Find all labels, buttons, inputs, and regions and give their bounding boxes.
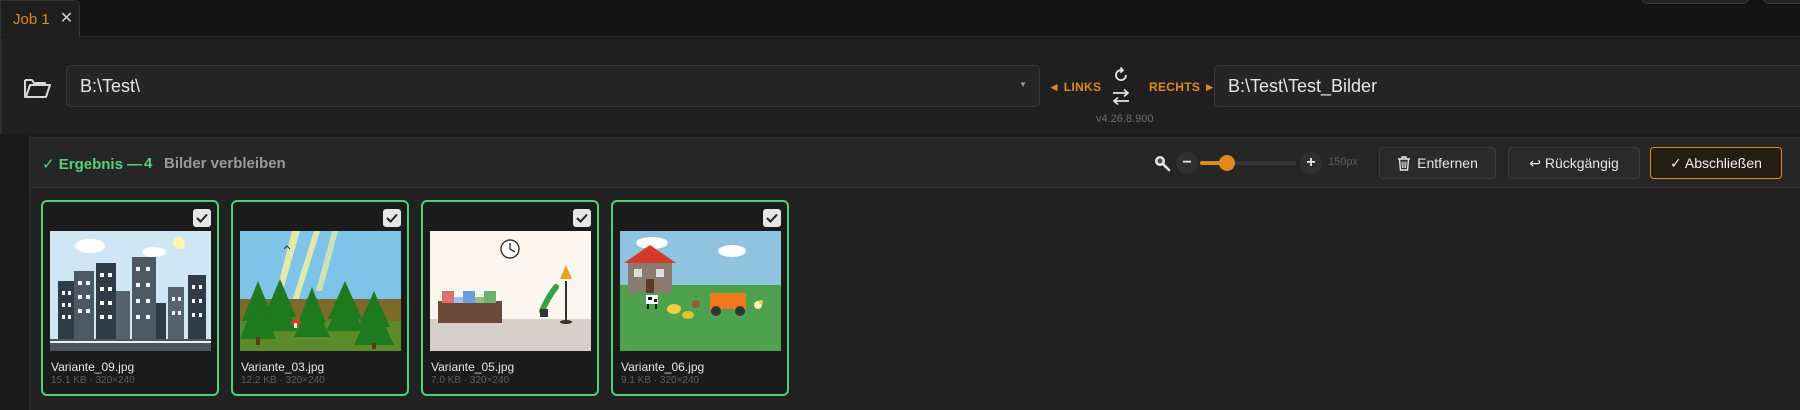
toolbar-pill[interactable] — [1640, 0, 1750, 4]
image-card[interactable]: Variante_05.jpg 7.0 KB · 320×240 — [421, 200, 599, 396]
left-path-select[interactable]: B:\Test\ ▼ — [66, 65, 1040, 107]
right-path-value: B:\Test\Test_Bilder — [1228, 75, 1378, 96]
refresh-icon[interactable] — [1112, 66, 1130, 84]
image-meta: 9.1 KB · 320×240 — [621, 375, 700, 386]
links-label: ◄ LINKS — [1048, 80, 1102, 94]
tab-title: Job 1 — [13, 10, 50, 28]
version-label: v4.26.8.900 — [1096, 113, 1154, 125]
checkbox-checked-icon[interactable] — [383, 209, 401, 227]
swap-icon[interactable] — [1111, 88, 1131, 106]
slider-handle[interactable] — [1218, 155, 1235, 171]
thumbnail-size-slider[interactable] — [1200, 155, 1296, 171]
result-panel: ✓ Ergebnis — 4 Bilder verbleiben − + 150… — [30, 137, 1800, 410]
image-filename: Variante_03.jpg — [241, 360, 325, 374]
right-path-input[interactable]: B:\Test\Test_Bilder — [1214, 65, 1800, 107]
image-meta: 15.1 KB · 320×240 — [51, 375, 135, 386]
zoom-icon — [1153, 154, 1171, 172]
result-remaining-text: Bilder verbleiben — [164, 155, 286, 172]
image-thumbnail-city — [50, 231, 211, 351]
image-thumbnail-forest — [240, 231, 401, 351]
zoom-in-button[interactable]: + — [1300, 152, 1322, 174]
undo-button[interactable]: ↩ Rückgängig — [1508, 147, 1640, 179]
tab-bar: Job 1 ✕ — [0, 0, 1800, 37]
left-strip — [0, 135, 30, 410]
checkbox-checked-icon[interactable] — [573, 209, 591, 227]
image-meta: 7.0 KB · 320×240 — [431, 375, 510, 386]
image-thumbnail-farm — [620, 231, 781, 351]
image-card[interactable]: Variante_03.jpg 12.2 KB · 320×240 — [231, 200, 409, 396]
image-thumbnail-room — [430, 231, 591, 351]
image-card[interactable]: Variante_09.jpg 15.1 KB · 320×240 — [41, 200, 219, 396]
finish-button[interactable]: ✓ Abschließen — [1650, 147, 1782, 179]
image-filename: Variante_05.jpg — [431, 360, 515, 374]
trash-icon — [1398, 155, 1411, 171]
result-header: ✓ Ergebnis — 4 Bilder verbleiben − + 150… — [30, 138, 1800, 188]
folder-open-icon[interactable] — [22, 75, 52, 101]
remove-button[interactable]: Entfernen — [1379, 147, 1496, 179]
result-title: ✓ Ergebnis — — [42, 156, 143, 173]
toolbar-pill[interactable] — [1762, 0, 1800, 4]
checkbox-checked-icon[interactable] — [193, 209, 211, 227]
image-filename: Variante_09.jpg — [51, 360, 135, 374]
finish-button-label: ✓ Abschließen — [1670, 154, 1762, 171]
path-row: B:\Test\ ▼ ◄ LINKS v4.26.8.900 RECHTS ► … — [0, 38, 1800, 134]
undo-button-label: ↩ Rückgängig — [1529, 154, 1619, 171]
zoom-out-button[interactable]: − — [1176, 152, 1198, 174]
image-card[interactable]: Variante_06.jpg 9.1 KB · 320×240 — [611, 200, 789, 396]
result-count: 4 — [144, 155, 153, 172]
left-path-value: B:\Test\ — [80, 75, 141, 96]
chevron-down-icon: ▼ — [1019, 80, 1027, 89]
image-filename: Variante_06.jpg — [621, 360, 705, 374]
image-meta: 12.2 KB · 320×240 — [241, 375, 325, 386]
checkbox-checked-icon[interactable] — [763, 209, 781, 227]
zoom-value: 150px — [1328, 156, 1358, 168]
close-icon[interactable]: ✕ — [60, 11, 73, 27]
tab-job-1[interactable]: Job 1 ✕ — [0, 0, 80, 37]
remove-button-label: Entfernen — [1417, 155, 1478, 171]
rechts-label: RECHTS ► — [1149, 80, 1216, 94]
